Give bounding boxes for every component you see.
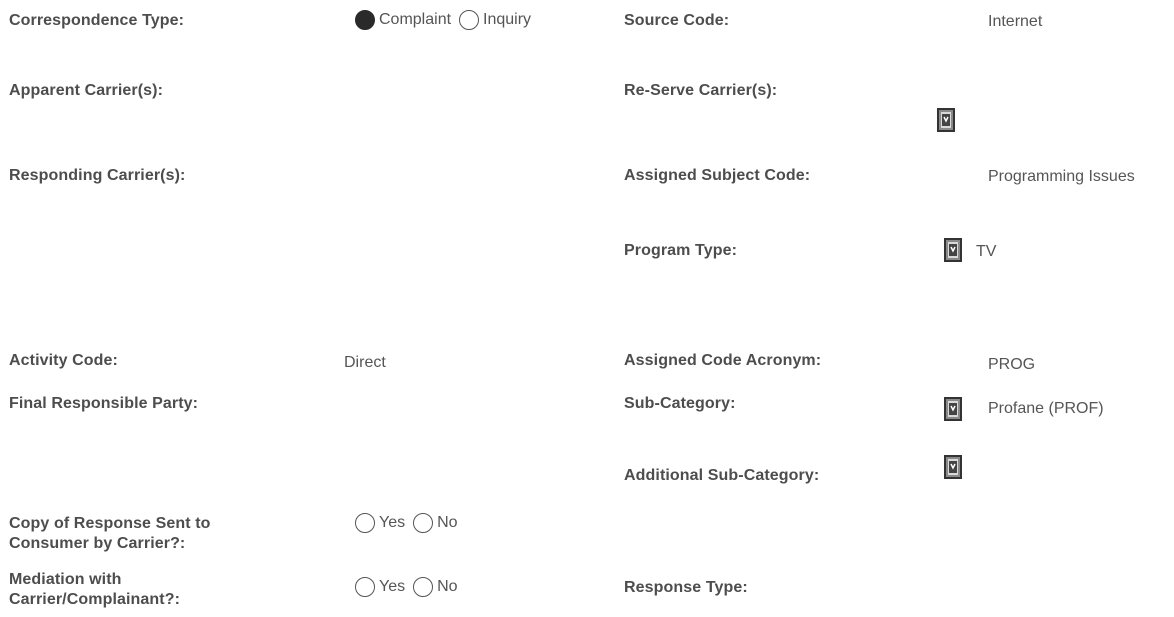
copy-of-response-radio-group: Yes No [355, 512, 462, 534]
copy-of-response-yes-label: Yes [379, 514, 406, 531]
reserve-carriers-lookup-icon[interactable] [937, 108, 955, 132]
copy-of-response-label-line2: Consumer by Carrier?: [9, 535, 186, 552]
mediation-yes-label: Yes [379, 578, 406, 595]
mediation-no-radio[interactable] [413, 577, 434, 597]
complaint-radio-label: Complaint [379, 11, 452, 28]
assigned-subject-code-value: Programming Issues [988, 168, 1135, 185]
copy-of-response-no-radio[interactable] [413, 513, 434, 533]
assigned-subject-code-label: Assigned Subject Code: [624, 167, 811, 184]
mediation-label-line1: Mediation with [9, 571, 122, 588]
copy-of-response-yes-radio[interactable] [355, 513, 375, 533]
correspondence-type-label: Correspondence Type: [9, 12, 185, 29]
assigned-code-acronym-label: Assigned Code Acronym: [624, 352, 822, 369]
reserve-carriers-label: Re-Serve Carrier(s): [624, 82, 778, 99]
program-type-value: TV [976, 243, 997, 260]
program-type-label: Program Type: [624, 242, 738, 259]
activity-code-value: Direct [344, 354, 386, 371]
additional-sub-category-lookup-icon[interactable] [944, 455, 962, 479]
apparent-carriers-label: Apparent Carrier(s): [9, 82, 164, 99]
copy-of-response-label-line1: Copy of Response Sent to [9, 515, 211, 532]
complaint-radio[interactable] [355, 10, 375, 30]
mediation-radio-group: Yes No [355, 576, 462, 598]
additional-sub-category-label: Additional Sub-Category: [624, 467, 820, 484]
copy-of-response-label: Copy of Response Sent to Consumer by Car… [9, 514, 211, 554]
final-responsible-party-label: Final Responsible Party: [9, 395, 199, 412]
responding-carriers-label: Responding Carrier(s): [9, 167, 186, 184]
mediation-label-line2: Carrier/Complainant?: [9, 591, 181, 608]
inquiry-radio-label: Inquiry [483, 11, 532, 28]
correspondence-type-radio-group: Complaint Inquiry [355, 9, 535, 31]
mediation-no-label: No [437, 578, 458, 595]
sub-category-label: Sub-Category: [624, 395, 736, 412]
program-type-lookup-icon[interactable] [944, 238, 962, 262]
source-code-label: Source Code: [624, 12, 730, 29]
assigned-code-acronym-value: PROG [988, 356, 1036, 373]
inquiry-radio[interactable] [459, 10, 480, 30]
response-type-label: Response Type: [624, 579, 748, 596]
activity-code-label: Activity Code: [9, 352, 118, 369]
mediation-label: Mediation with Carrier/Complainant?: [9, 570, 180, 610]
source-code-value: Internet [988, 13, 1043, 30]
sub-category-lookup-icon[interactable] [944, 397, 962, 421]
sub-category-value: Profane (PROF) [988, 400, 1104, 417]
mediation-yes-radio[interactable] [355, 577, 375, 597]
copy-of-response-no-label: No [437, 514, 458, 531]
